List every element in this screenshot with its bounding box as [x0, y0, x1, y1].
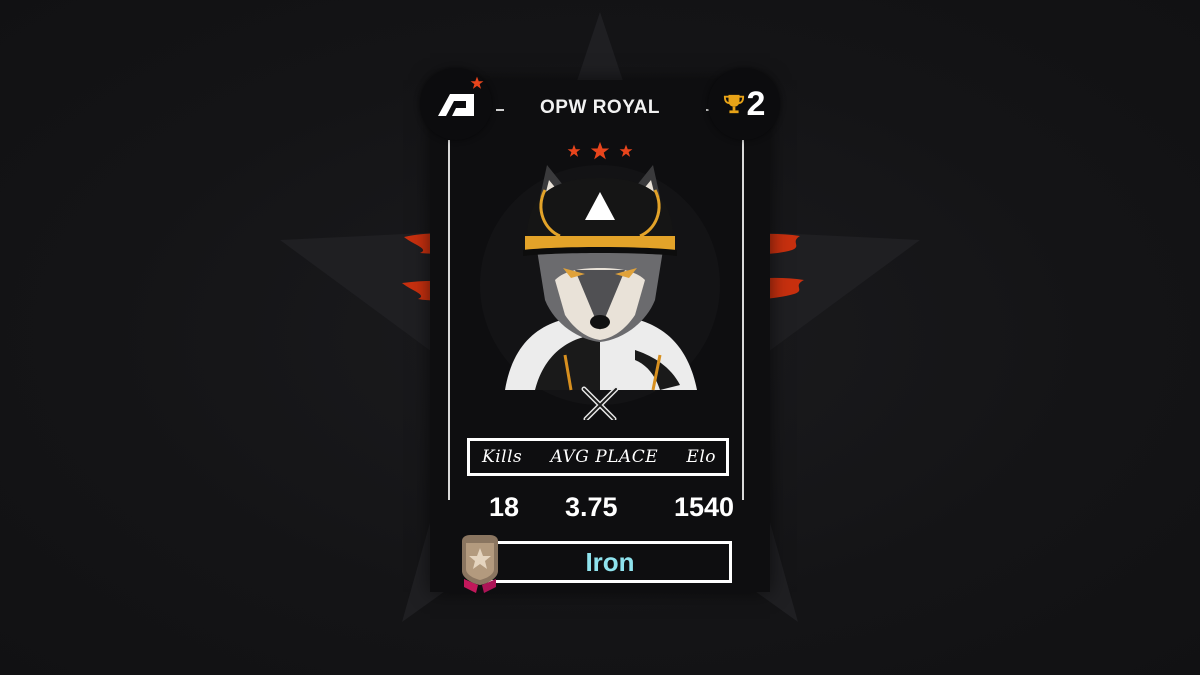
tier-label: Iron: [585, 546, 635, 577]
card-rail-right: [742, 140, 744, 500]
rank-badge: 2: [708, 68, 780, 140]
logo-star-icon: [470, 76, 484, 89]
stats-values: 18 3.75 1540: [467, 492, 734, 528]
elo-label: Elo: [686, 447, 716, 467]
elo-value: 1540: [674, 492, 735, 522]
kills-value: 18: [489, 492, 520, 522]
tier-box: Iron: [488, 541, 732, 583]
wolf-avatar: [480, 165, 720, 420]
kills-label: Kills: [482, 447, 523, 467]
avg-place-label: AVG PLACE: [550, 447, 659, 467]
trophy-icon: [723, 94, 744, 114]
card-rail-left: [448, 140, 450, 500]
avg-place-value: 3.75: [565, 492, 618, 522]
stats-header: Kills AVG PLACE Elo: [467, 438, 729, 476]
star-badge-icon: [462, 535, 498, 593]
rank-number: 2: [746, 84, 766, 123]
player-card: OPW ROYAL 2 Kills AVG PLACE Elo 18 3.75 …: [420, 68, 780, 593]
crossed-swords-icon: [580, 385, 620, 425]
stage: OPW ROYAL 2 Kills AVG PLACE Elo 18 3.75 …: [0, 0, 1200, 675]
